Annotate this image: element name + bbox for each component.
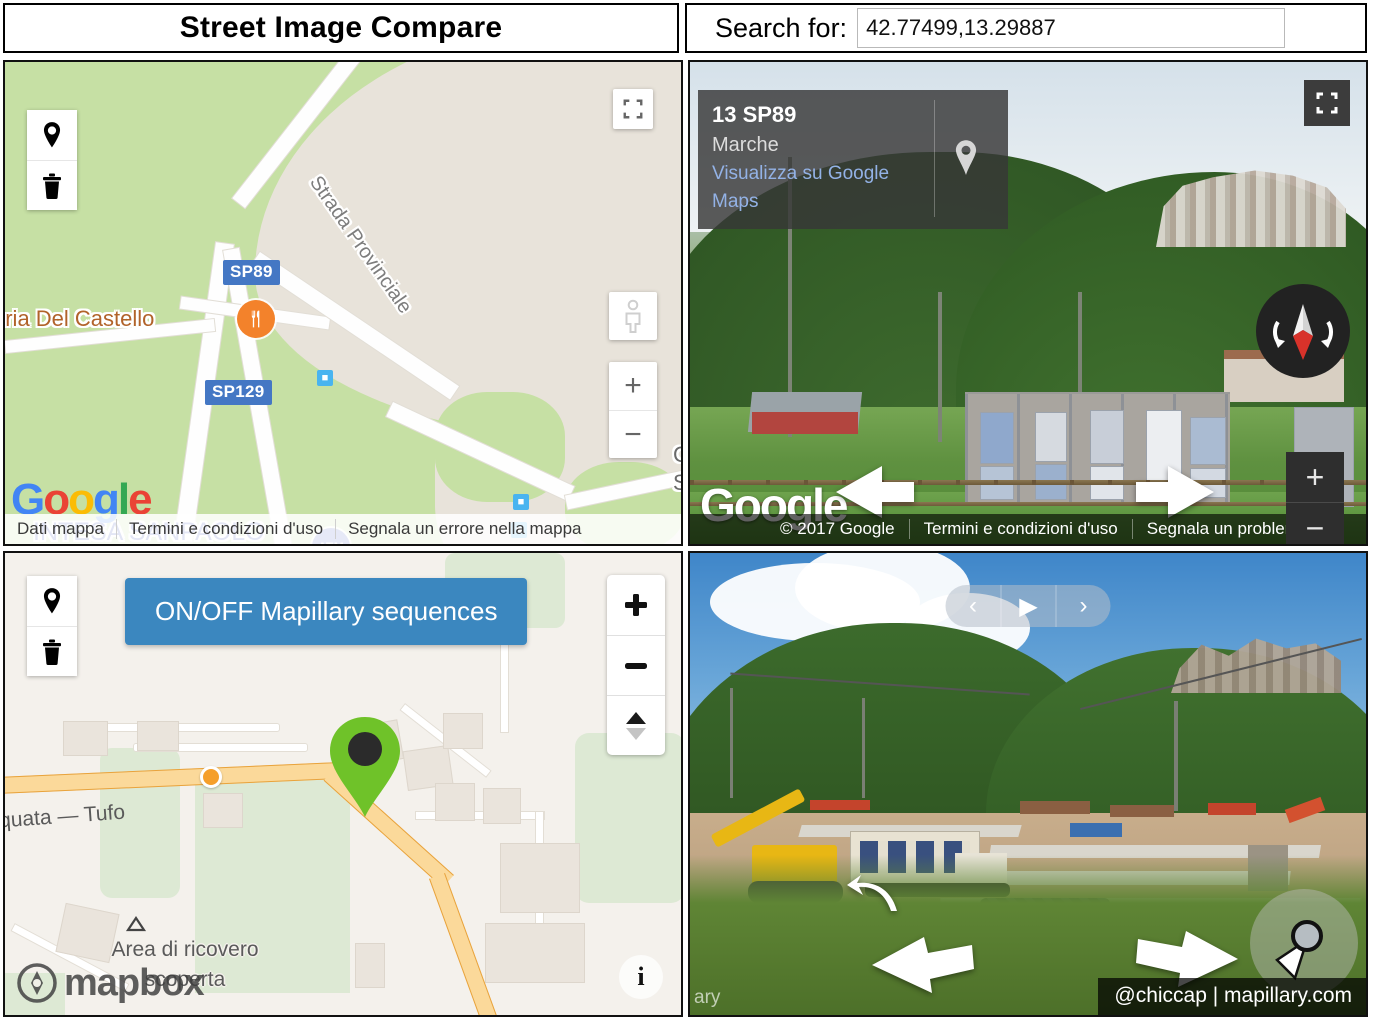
- mb-compass-reset-icon[interactable]: [607, 695, 665, 755]
- mapbox-info-icon[interactable]: i: [619, 955, 663, 999]
- sv-region: Marche: [712, 133, 779, 156]
- mly-pole: [730, 688, 733, 798]
- place-marker-icon[interactable]: [27, 576, 77, 626]
- map-partial-label-2: Sta: [673, 470, 681, 496]
- mapbox-location-marker[interactable]: [325, 713, 405, 828]
- app-header: Street Image Compare Search for:: [0, 0, 1390, 56]
- footer-terms-link[interactable]: Termini e condizioni d'uso: [115, 519, 335, 539]
- mly-move-left-arrow[interactable]: [868, 931, 978, 1002]
- mb-zoom-out-button[interactable]: [607, 635, 665, 695]
- mly-blue-tarp: [1070, 823, 1122, 837]
- mb-building: [203, 793, 243, 828]
- street-view-info-box: 13 SP89 Marche Visualizza su Google Maps: [698, 90, 1008, 229]
- mb-building: [483, 788, 521, 824]
- map-poi-label-restaurant: eria Del Castello: [3, 306, 155, 331]
- mly-watermark-partial: ary: [694, 987, 721, 1008]
- zoom-in-button[interactable]: +: [609, 362, 657, 410]
- street-view-pegman-icon[interactable]: [609, 292, 657, 340]
- street-view-footer: © 2017 Google Termini e condizioni d'uso…: [690, 514, 1366, 544]
- mly-red-equipment: [1208, 803, 1256, 815]
- mb-area-label-1: Area di ricovero: [111, 938, 259, 961]
- sv-poster: [1035, 412, 1067, 462]
- sv-fullscreen-icon[interactable]: [1304, 80, 1350, 126]
- mapillary-sequence-point[interactable]: [200, 766, 222, 788]
- panels-grid: Strada Provinciale SP89 SP129 eria Del C…: [0, 56, 1390, 1020]
- mly-pole: [862, 698, 865, 798]
- page-title: Street Image Compare: [179, 11, 503, 44]
- sv-utility-pole: [938, 292, 942, 442]
- sv-bleacher-seats: [752, 412, 858, 434]
- map-tools: [27, 110, 77, 210]
- mb-building: [435, 783, 475, 821]
- search-label: Search for:: [715, 12, 848, 43]
- mapillary-playback-controls: ‹ ▶ ›: [945, 585, 1111, 627]
- bus-stop-icon: ■: [317, 370, 333, 386]
- app-title-box: Street Image Compare: [3, 3, 679, 53]
- sv-zoom-controls: + −: [1286, 452, 1344, 544]
- google-map-panel[interactable]: Strada Provinciale SP89 SP129 eria Del C…: [3, 60, 683, 546]
- mapbox-logo-text: mapbox: [64, 962, 205, 1004]
- sv-address: 13 SP89: [712, 102, 797, 127]
- restaurant-icon[interactable]: [237, 300, 275, 338]
- bus-stop-icon: ■: [513, 494, 529, 510]
- mapillary-panel[interactable]: ‹ ▶ › ary @chiccap | mapillary.com: [688, 551, 1368, 1017]
- delete-marker-icon[interactable]: [27, 626, 77, 676]
- sv-zoom-in-button[interactable]: +: [1286, 452, 1344, 502]
- map-road-shield-sp129: SP129: [205, 380, 272, 405]
- map-partial-label-1: Co: [673, 442, 681, 468]
- mapbox-tools: [27, 576, 77, 676]
- mapbox-zoom-controls: [607, 575, 665, 755]
- fullscreen-icon[interactable]: [613, 89, 653, 129]
- mb-building: [137, 721, 179, 751]
- mly-turn-left-arrow[interactable]: [845, 875, 901, 920]
- mb-building: [500, 843, 580, 913]
- mb-green-area: [575, 733, 681, 903]
- mapbox-logo: mapbox: [17, 962, 205, 1004]
- place-marker-icon[interactable]: [27, 110, 77, 160]
- zoom-out-button[interactable]: −: [609, 410, 657, 458]
- mly-material-stack: [1020, 801, 1090, 814]
- sv-terms-link[interactable]: Termini e condizioni d'uso: [908, 519, 1132, 539]
- mly-attribution[interactable]: @chiccap | mapillary.com: [1098, 978, 1366, 1015]
- mapbox-map-panel[interactable]: quata — Tufo Area di ricovero scoperta O…: [3, 551, 683, 1017]
- sv-compass-icon[interactable]: [1256, 284, 1350, 378]
- sv-google-maps-link[interactable]: Visualizza su Google Maps: [712, 160, 934, 217]
- sv-poster: [1090, 410, 1124, 464]
- footer-data-link[interactable]: Dati mappa: [5, 519, 116, 539]
- sv-zoom-out-button[interactable]: −: [1286, 502, 1344, 544]
- search-input[interactable]: [857, 8, 1286, 48]
- sv-copyright: © 2017 Google: [780, 519, 895, 538]
- street-view-panel[interactable]: 13 SP89 Marche Visualizza su Google Maps: [688, 60, 1368, 546]
- mb-building: [485, 923, 585, 983]
- map-road-shield-sp89: SP89: [223, 260, 280, 285]
- mly-red-equipment: [810, 800, 870, 810]
- mb-minor-road: [80, 723, 280, 732]
- map-pin-icon[interactable]: [934, 100, 996, 217]
- footer-report-link[interactable]: Segnala un errore nella mappa: [335, 519, 593, 539]
- delete-marker-icon[interactable]: [27, 160, 77, 210]
- mapillary-sequences-toggle-button[interactable]: ON/OFF Mapillary sequences: [125, 578, 528, 645]
- mb-building: [443, 713, 483, 749]
- map-zoom-controls: + −: [609, 362, 657, 458]
- mly-material-stack: [1110, 805, 1174, 817]
- mly-play-button[interactable]: ▶: [1000, 585, 1056, 627]
- mly-previous-button[interactable]: ‹: [946, 585, 1001, 627]
- mb-zoom-in-button[interactable]: [607, 575, 665, 635]
- mly-next-button[interactable]: ›: [1055, 585, 1111, 627]
- camping-icon: [125, 916, 147, 932]
- mb-building: [63, 721, 108, 756]
- search-box: Search for:: [685, 3, 1367, 53]
- sv-poster: [1190, 417, 1226, 465]
- sv-poster: [980, 412, 1014, 464]
- google-map-footer: Dati mappa Termini e condizioni d'uso Se…: [5, 514, 681, 544]
- mb-building: [355, 943, 385, 988]
- mly-pole: [1174, 701, 1178, 811]
